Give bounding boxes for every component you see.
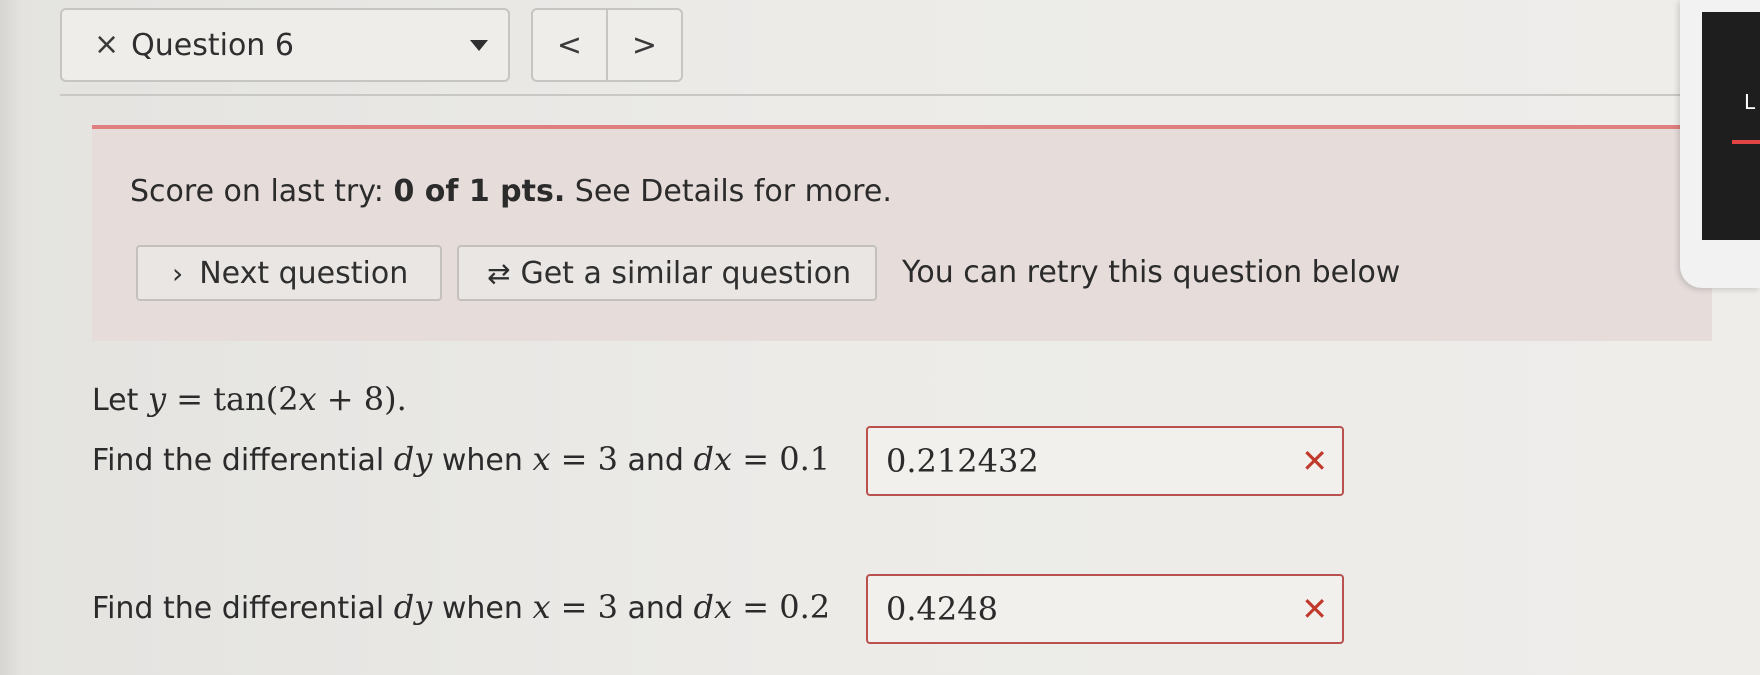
question-selector-label: Question 6 — [131, 27, 294, 63]
right-device-edge: L — [1680, 0, 1760, 288]
score-alert-panel: Score on last try: 0 of 1 pts. See Detai… — [92, 125, 1712, 341]
question-part-2: Find the differential dy when x = 3 and … — [92, 588, 830, 626]
score-text: Score on last try: 0 of 1 pts. See Detai… — [130, 174, 892, 209]
refresh-icon: ⇄ — [487, 256, 511, 290]
part-eq-dx: = 0.1 — [732, 440, 831, 478]
var-dx: dx — [693, 588, 733, 626]
score-prefix: Score on last try: — [130, 174, 394, 209]
incorrect-x-icon: ✕ — [1301, 590, 1328, 628]
answer-value: 0.212432 — [886, 442, 1039, 480]
previous-question-button[interactable]: < — [533, 10, 606, 80]
answer-value: 0.4248 — [886, 590, 998, 628]
device-screen — [1702, 12, 1760, 240]
score-suffix: See Details for more. — [565, 174, 892, 209]
part-when: when — [432, 443, 533, 478]
device-red-mark — [1732, 140, 1760, 144]
left-edge — [0, 0, 22, 675]
var-dy: dy — [393, 588, 433, 626]
part-when: when — [432, 591, 533, 626]
score-value: 0 of 1 pts. — [393, 174, 566, 209]
intro-tail: + 8). — [316, 380, 407, 418]
var-dy: dy — [393, 440, 433, 478]
part-and: and — [618, 591, 694, 626]
device-letter: L — [1744, 90, 1756, 114]
question-selector[interactable]: × Question 6 — [60, 8, 510, 82]
divider — [60, 94, 1680, 96]
answer-input-1[interactable]: 0.212432 ✕ — [866, 426, 1344, 496]
part-eq-x: = 3 — [550, 440, 618, 478]
next-question-arrow-button[interactable]: > — [606, 10, 681, 80]
answer-input-2[interactable]: 0.4248 ✕ — [866, 574, 1344, 644]
var-x: x — [532, 588, 551, 626]
chevron-right-icon: > — [631, 27, 658, 63]
part-prompt: Find the differential — [92, 591, 394, 626]
retry-note: You can retry this question below — [902, 255, 1401, 290]
chevron-right-icon: › — [172, 256, 184, 290]
part-and: and — [618, 443, 694, 478]
next-question-button[interactable]: › Next question — [136, 245, 442, 301]
intro-eq: = tan(2 — [166, 380, 299, 418]
next-question-label: Next question — [199, 255, 409, 291]
var-y: y — [147, 380, 167, 418]
intro-prefix: Let — [92, 383, 148, 418]
part-prompt: Find the differential — [92, 443, 394, 478]
similar-question-label: Get a similar question — [520, 255, 852, 291]
caret-down-icon — [470, 40, 488, 51]
question-intro: Let y = tan(2x + 8). — [92, 380, 407, 418]
chevron-left-icon: < — [556, 27, 583, 63]
close-icon[interactable]: × — [94, 30, 119, 60]
part-eq-x: = 3 — [550, 588, 618, 626]
var-dx: dx — [693, 440, 733, 478]
incorrect-x-icon: ✕ — [1301, 442, 1328, 480]
page: × Question 6 < > Score on last try: 0 of… — [0, 0, 1760, 675]
similar-question-button[interactable]: ⇄ Get a similar question — [457, 245, 877, 301]
question-pager: < > — [531, 8, 683, 82]
part-eq-dx: = 0.2 — [732, 588, 831, 626]
var-x: x — [532, 440, 551, 478]
var-x: x — [298, 380, 317, 418]
question-part-1: Find the differential dy when x = 3 and … — [92, 440, 830, 478]
